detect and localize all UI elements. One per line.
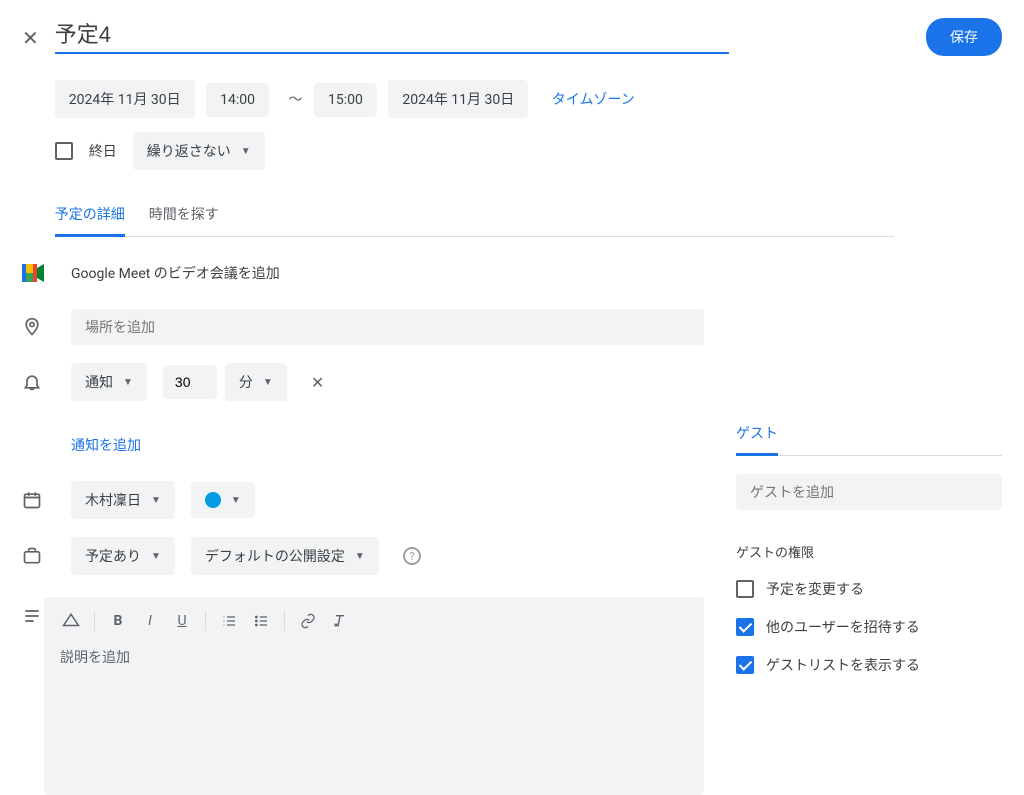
add-guests-input[interactable] [736, 474, 1002, 510]
chevron-down-icon: ▼ [123, 377, 133, 388]
chevron-down-icon: ▼ [263, 377, 273, 388]
event-color-picker[interactable]: ▼ [191, 482, 255, 518]
chevron-down-icon: ▼ [151, 551, 161, 562]
description-editor[interactable]: B I U [44, 597, 704, 795]
notification-icon [22, 364, 71, 400]
perm-seeguests-label: ゲストリストを表示する [766, 655, 920, 675]
notification-unit-label: 分 [239, 372, 253, 392]
location-input[interactable] [71, 309, 704, 345]
perm-modify-checkbox[interactable] [736, 580, 754, 598]
visibility-picker[interactable]: デフォルトの公開設定 ▼ [191, 537, 379, 575]
notification-type-picker[interactable]: 通知 ▼ [71, 363, 147, 401]
guest-permissions-title: ゲストの権限 [736, 542, 1002, 561]
save-button[interactable]: 保存 [926, 18, 1002, 56]
tab-find-time[interactable]: 時間を探す [149, 204, 219, 236]
timezone-link[interactable]: タイムゾーン [552, 92, 635, 108]
bold-button[interactable]: B [103, 607, 133, 635]
tab-guests[interactable]: ゲスト [736, 423, 778, 456]
chevron-down-icon: ▼ [241, 146, 251, 157]
end-time-picker[interactable]: 15:00 [314, 83, 377, 117]
perm-seeguests-checkbox[interactable] [736, 656, 754, 674]
availability-picker[interactable]: 予定あり ▼ [71, 537, 175, 575]
start-time-picker[interactable]: 14:00 [206, 83, 269, 117]
close-icon[interactable]: ✕ [22, 20, 49, 50]
clear-formatting-button[interactable] [325, 607, 355, 635]
allday-checkbox[interactable] [55, 142, 73, 160]
notification-value-input[interactable] [163, 365, 217, 399]
add-meet-button[interactable]: Google Meet のビデオ会議を追加 [71, 266, 280, 282]
link-button[interactable] [293, 607, 323, 635]
availability-label: 予定あり [85, 546, 141, 566]
numbered-list-button[interactable] [214, 607, 244, 635]
end-date-picker[interactable]: 2024年 11月 30日 [388, 80, 528, 118]
chevron-down-icon: ▼ [151, 495, 161, 506]
description-placeholder: 説明を追加 [44, 639, 704, 675]
location-icon [22, 309, 71, 345]
chevron-down-icon: ▼ [231, 495, 241, 506]
calendar-name-label: 木村凜日 [85, 490, 141, 510]
recurrence-picker[interactable]: 繰り返さない ▼ [133, 132, 265, 170]
recurrence-label: 繰り返さない [147, 141, 231, 161]
attach-drive-button[interactable] [56, 607, 86, 635]
perm-modify-label: 予定を変更する [766, 579, 864, 599]
chevron-down-icon: ▼ [355, 551, 365, 562]
calendar-picker[interactable]: 木村凜日 ▼ [71, 481, 175, 519]
perm-invite-checkbox[interactable] [736, 618, 754, 636]
tab-event-details[interactable]: 予定の詳細 [55, 204, 125, 237]
visibility-label: デフォルトの公開設定 [205, 546, 345, 566]
start-date-picker[interactable]: 2024年 11月 30日 [55, 80, 195, 118]
meet-icon [22, 255, 71, 291]
briefcase-icon [22, 538, 71, 574]
bulleted-list-button[interactable] [246, 607, 276, 635]
visibility-help-icon[interactable]: ? [403, 547, 421, 565]
italic-button[interactable]: I [135, 607, 165, 635]
remove-notification-button[interactable]: ✕ [303, 373, 332, 392]
event-title-input[interactable] [55, 16, 729, 54]
allday-label: 終日 [89, 141, 117, 161]
add-notification-link[interactable]: 通知を追加 [71, 438, 141, 454]
underline-button[interactable]: U [167, 607, 197, 635]
perm-invite-label: 他のユーザーを招待する [766, 617, 920, 637]
time-dash: 〜 [281, 89, 311, 109]
description-icon [22, 593, 44, 629]
calendar-icon [22, 482, 71, 518]
notification-type-label: 通知 [85, 372, 113, 392]
color-dot-icon [205, 492, 221, 508]
notification-unit-picker[interactable]: 分 ▼ [225, 363, 287, 401]
